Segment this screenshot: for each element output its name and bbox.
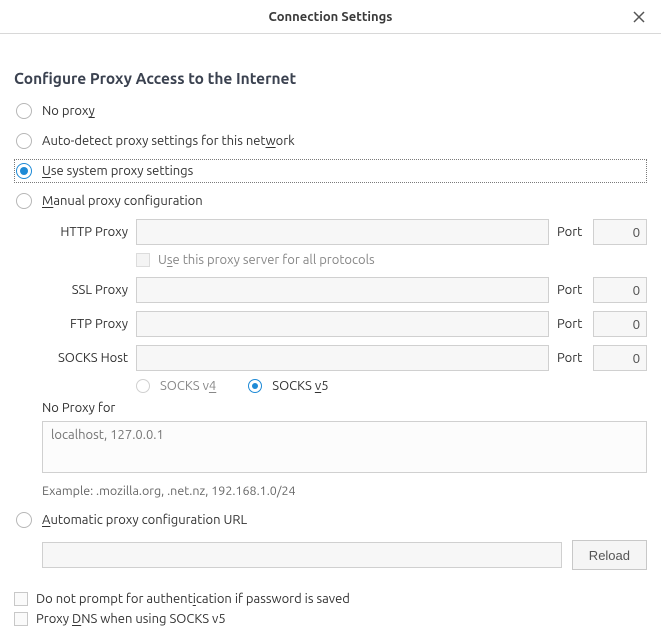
ftp-proxy-label: FTP Proxy [42,317,128,331]
pac-url-input[interactable] [42,542,562,568]
radio-icon [16,163,32,179]
radio-system-proxy[interactable]: Use system proxy settings [14,159,647,183]
reload-button[interactable]: Reload [572,540,647,570]
radio-manual-proxy-label: Manual proxy configuration [42,194,203,208]
radio-auto-detect[interactable]: Auto-detect proxy settings for this netw… [14,129,647,153]
radio-system-proxy-label: Use system proxy settings [42,164,193,178]
socks-host-input[interactable] [136,345,549,371]
dialog-content: Configure Proxy Access to the Internet N… [0,34,661,638]
ftp-proxy-port-input[interactable] [593,311,647,337]
http-proxy-port-label: Port [557,225,585,239]
manual-proxy-fields: HTTP Proxy Port Use this proxy server fo… [42,219,647,393]
http-proxy-label: HTTP Proxy [42,225,128,239]
radio-icon [16,103,32,119]
radio-no-proxy-label: No proxy [42,104,95,118]
socks-port-label: Port [557,351,585,365]
radio-auto-detect-label: Auto-detect proxy settings for this netw… [42,134,295,148]
socks-v4-label: SOCKS v4 [160,379,216,393]
radio-no-proxy[interactable]: No proxy [14,99,647,123]
no-proxy-for-textarea[interactable] [42,421,647,473]
radio-icon [16,512,32,528]
socks-host-label: SOCKS Host [42,351,128,365]
socks-port-input[interactable] [593,345,647,371]
radio-icon [16,133,32,149]
ssl-proxy-label: SSL Proxy [42,283,128,297]
radio-pac[interactable]: Automatic proxy configuration URL [14,508,647,532]
socks-v4-radio[interactable] [136,379,150,393]
http-proxy-host-input[interactable] [136,219,549,245]
radio-icon [16,193,32,209]
page-heading: Configure Proxy Access to the Internet [14,70,647,87]
titlebar: Connection Settings [0,0,661,34]
no-proxy-example: Example: .mozilla.org, .net.nz, 192.168.… [42,484,647,498]
ftp-proxy-host-input[interactable] [136,311,549,337]
no-proxy-for-label: No Proxy for [42,401,647,415]
ssl-proxy-port-label: Port [557,283,585,297]
ssl-proxy-port-input[interactable] [593,277,647,303]
no-auth-prompt-checkbox[interactable] [14,592,28,606]
no-auth-prompt-label: Do not prompt for authentication if pass… [36,592,350,606]
ssl-proxy-host-input[interactable] [136,277,549,303]
radio-pac-label: Automatic proxy configuration URL [42,513,247,527]
close-icon[interactable] [629,7,649,27]
http-proxy-port-input[interactable] [593,219,647,245]
ftp-proxy-port-label: Port [557,317,585,331]
window-title: Connection Settings [269,10,393,24]
socks-v5-label: SOCKS v5 [272,379,328,393]
socks-v5-radio[interactable] [248,379,262,393]
proxy-dns-checkbox[interactable] [14,612,28,626]
radio-manual-proxy[interactable]: Manual proxy configuration [14,189,647,213]
proxy-dns-label: Proxy DNS when using SOCKS v5 [36,612,226,626]
use-all-label: Use this proxy server for all protocols [158,253,375,267]
use-all-checkbox[interactable] [136,253,150,267]
